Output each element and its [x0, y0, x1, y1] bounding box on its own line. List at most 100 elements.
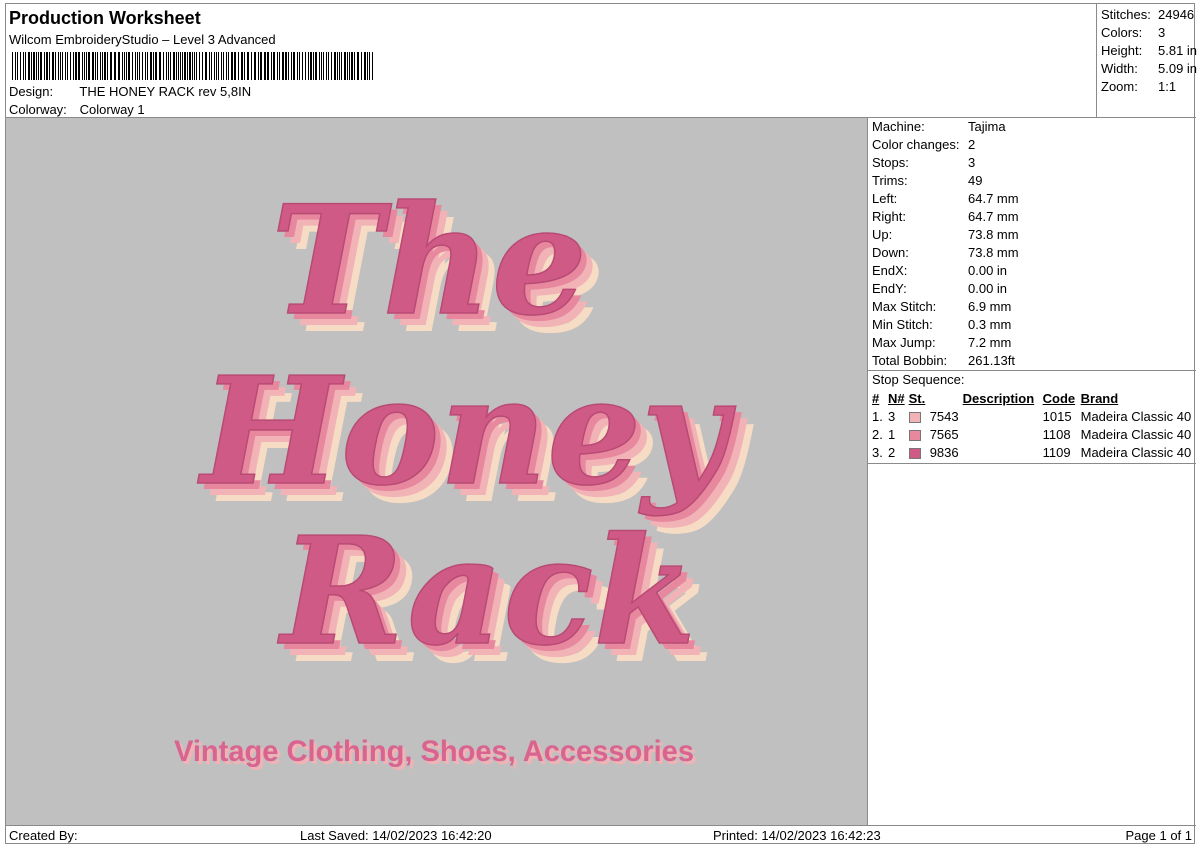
stop-needle: 3	[888, 408, 896, 424]
summary-height: Height: 5.81 in	[1101, 42, 1198, 60]
the-layer-rose: The	[271, 173, 587, 349]
stop-num: 1.	[872, 408, 883, 424]
summary-colors: Colors: 3	[1101, 24, 1196, 42]
machine-row: Total Bobbin: 261.13ft	[868, 352, 1196, 370]
machine-value: 64.7 mm	[968, 191, 1019, 206]
embroidery-artwork: .script { font-family: "DejaVu Serif", s…	[174, 172, 754, 771]
stop-needle: 2	[888, 444, 896, 460]
summary-stitches: Stitches: 24946	[1101, 6, 1196, 24]
stop-brand: Madeira Classic 40	[1080, 426, 1192, 442]
stop-stitch-count: 7565	[929, 426, 959, 442]
summary-label: Height:	[1101, 43, 1143, 58]
color-swatch	[908, 429, 921, 441]
summary-width: Width: 5.09 in	[1101, 60, 1197, 78]
rack-layer-rose: Rack	[277, 504, 696, 678]
machine-label: Left:	[872, 191, 898, 206]
machine-value: 6.9 mm	[968, 299, 1012, 314]
machine-value: 2	[968, 137, 976, 152]
stop-sequence-header: # N# St. Description Code Brand	[870, 389, 1193, 407]
stop-description	[961, 425, 1041, 443]
machine-label: Machine:	[872, 119, 925, 134]
machine-value: Tajima	[968, 119, 1006, 134]
machine-label: Max Stitch:	[872, 299, 937, 314]
stop-brand: Madeira Classic 40	[1080, 408, 1192, 424]
col-n: N#	[888, 390, 905, 406]
machine-info-panel: Machine: Tajima Color changes: 2 Stops: 3 Trim…	[868, 118, 1196, 825]
machine-label: Color changes:	[872, 137, 960, 152]
stop-stitch-count: 7543	[929, 408, 959, 424]
stop-code: 1108	[1042, 426, 1071, 442]
machine-value: 0.3 mm	[968, 317, 1012, 332]
stop-sequence-title: Stop Sequence:	[872, 372, 965, 387]
stop-stitches: 9836	[907, 443, 961, 461]
summary-value: 1:1	[1158, 79, 1177, 94]
col-brand: Brand	[1080, 390, 1119, 406]
machine-row: Right: 64.7 mm	[868, 208, 1196, 226]
machine-value: 3	[968, 155, 976, 170]
machine-row: EndY: 0.00 in	[868, 280, 1196, 298]
section-divider	[868, 463, 1196, 464]
software-name: Wilcom EmbroideryStudio – Level 3 Advanc…	[9, 32, 276, 47]
created-by: Created By:	[9, 828, 78, 843]
summary-label: Colors:	[1101, 25, 1143, 40]
stop-brand: Madeira Classic 40	[1080, 444, 1192, 460]
color-swatch	[908, 447, 921, 459]
artwork-line-rack: Rack Rack Rack Rack	[276, 503, 714, 696]
machine-row: Down: 73.8 mm	[868, 244, 1196, 262]
machine-row: Max Jump: 7.2 mm	[868, 334, 1196, 352]
stop-num: 3.	[872, 444, 883, 460]
printed-date: Printed: 14/02/2023 16:42:23	[713, 828, 881, 843]
machine-value: 0.00 in	[968, 281, 1008, 296]
colorway-row: Colorway: Colorway 1	[9, 102, 145, 117]
machine-row: Color changes: 2	[868, 136, 1196, 154]
machine-label: Total Bobbin:	[872, 353, 948, 368]
page-title: Production Worksheet	[9, 8, 201, 28]
col-code: Code	[1042, 390, 1076, 406]
machine-row: Trims: 49	[868, 172, 1196, 190]
production-worksheet: Production Worksheet Wilcom EmbroiderySt…	[5, 3, 1198, 844]
stop-stitches: 7565	[907, 425, 961, 443]
honey-layer-rose: Honey	[197, 344, 736, 518]
design-value: THE HONEY RACK rev 5,8IN	[79, 84, 252, 99]
col-description: Description	[962, 390, 1035, 406]
summary-panel: Stitches: 24946 Colors: 3 Height: 5.81 in W…	[1096, 4, 1198, 118]
tagline-text: Vintage Clothing, Shoes, Accessories	[174, 735, 694, 768]
machine-label: Right:	[872, 209, 906, 224]
machine-row: Min Stitch: 0.3 mm	[868, 316, 1196, 334]
machine-value: 7.2 mm	[968, 335, 1012, 350]
page-number: Page 1 of 1	[1125, 828, 1193, 843]
machine-row: Left: 64.7 mm	[868, 190, 1196, 208]
machine-value: 73.8 mm	[968, 227, 1019, 242]
stop-num: 2.	[872, 426, 883, 442]
artwork-line-the: The The The The	[270, 172, 605, 367]
machine-label: Trims:	[872, 173, 908, 188]
artwork-tagline: Vintage Clothing, Shoes, Accessories Vin…	[174, 735, 697, 771]
stop-row: 3. 2 9836 1109 Madeira Classic 40	[870, 443, 1193, 461]
col-num: #	[872, 390, 880, 406]
summary-value: 24946	[1158, 7, 1195, 22]
summary-value: 5.81 in	[1158, 43, 1198, 58]
machine-row: EndX: 0.00 in	[868, 262, 1196, 280]
summary-label: Zoom:	[1101, 79, 1138, 94]
machine-value: 73.8 mm	[968, 245, 1019, 260]
machine-row: Machine: Tajima	[868, 118, 1196, 136]
stop-stitch-count: 9836	[929, 444, 959, 460]
worksheet-footer: Created By: Last Saved: 14/02/2023 16:42…	[6, 825, 1196, 844]
machine-value: 0.00 in	[968, 263, 1008, 278]
machine-row: Up: 73.8 mm	[868, 226, 1196, 244]
stop-sequence-table: # N# St. Description Code Brand 1. 3 7543 1…	[870, 389, 1193, 461]
design-preview: .script { font-family: "DejaVu Serif", s…	[6, 118, 868, 825]
machine-label: EndY:	[872, 281, 907, 296]
machine-value: 261.13ft	[968, 353, 1015, 368]
stop-row: 1. 3 7543 1015 Madeira Classic 40	[870, 407, 1193, 425]
summary-zoom: Zoom: 1:1	[1101, 78, 1196, 96]
stop-needle: 1	[888, 426, 896, 442]
barcode	[12, 52, 373, 80]
stop-stitches: 7543	[907, 407, 961, 425]
summary-label: Stitches:	[1101, 7, 1151, 22]
stop-row: 2. 1 7565 1108 Madeira Classic 40	[870, 425, 1193, 443]
summary-value: 3	[1158, 25, 1166, 40]
stop-description	[961, 407, 1041, 425]
last-saved: Last Saved: 14/02/2023 16:42:20	[300, 828, 492, 843]
colorway-value: Colorway 1	[79, 102, 145, 117]
